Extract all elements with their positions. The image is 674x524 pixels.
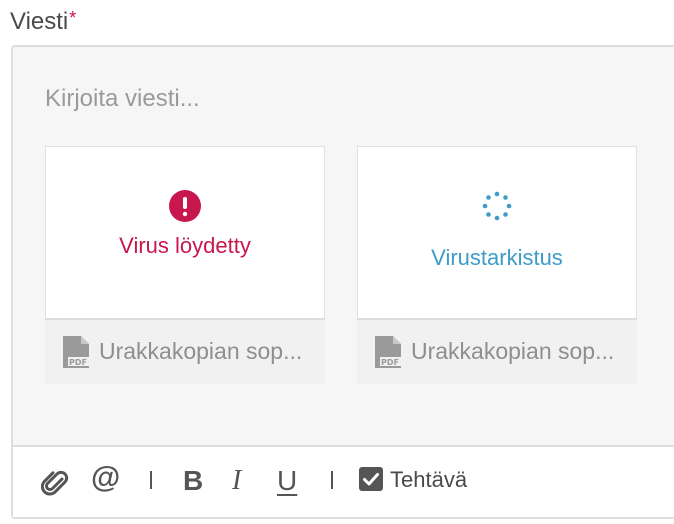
attachment-preview: Virus löydetty	[46, 147, 324, 321]
attachment-file-name: Urakkakopian sop...	[99, 338, 303, 364]
paperclip-icon[interactable]	[41, 467, 69, 497]
pdf-file-icon: PDF	[375, 336, 401, 368]
message-editor[interactable]: Kirjoita viesti... Virus löydetty PDF Ur…	[11, 45, 674, 519]
virus-found-status: Virus löydetty	[119, 233, 251, 258]
error-icon	[169, 190, 201, 222]
pdf-file-icon: PDF	[63, 336, 89, 368]
mention-button[interactable]: @	[91, 463, 120, 493]
bold-button[interactable]: B	[183, 466, 203, 496]
toolbar-separator	[150, 471, 152, 489]
message-placeholder: Kirjoita viesti...	[45, 85, 200, 112]
attachment-preview: Virustarkistus	[358, 147, 636, 321]
underline-button[interactable]: U	[277, 466, 297, 496]
virus-scan-status: Virustarkistus	[431, 245, 563, 270]
attachment-footer: PDF Urakkakopian sop...	[357, 318, 637, 384]
svg-text:PDF: PDF	[69, 358, 87, 367]
editor-toolbar: @ B I U Tehtävä	[13, 445, 674, 517]
label-text: Viesti	[10, 8, 69, 35]
svg-text:PDF: PDF	[381, 358, 399, 367]
attachment-file-name: Urakkakopian sop...	[411, 338, 615, 364]
required-mark: *	[69, 8, 77, 28]
toolbar-separator	[331, 471, 333, 489]
message-field-label: Viesti*	[10, 8, 76, 36]
italic-button[interactable]: I	[232, 466, 241, 496]
task-label[interactable]: Tehtävä	[390, 467, 467, 493]
attachment-footer: PDF Urakkakopian sop...	[45, 318, 325, 384]
attachment-card-virus-found[interactable]: Virus löydetty PDF Urakkakopian sop...	[45, 146, 325, 384]
task-checkbox[interactable]	[359, 467, 383, 491]
loading-spinner-icon	[482, 191, 512, 221]
attachment-card-virus-scan[interactable]: Virustarkistus PDF Urakkakopian sop...	[357, 146, 637, 384]
